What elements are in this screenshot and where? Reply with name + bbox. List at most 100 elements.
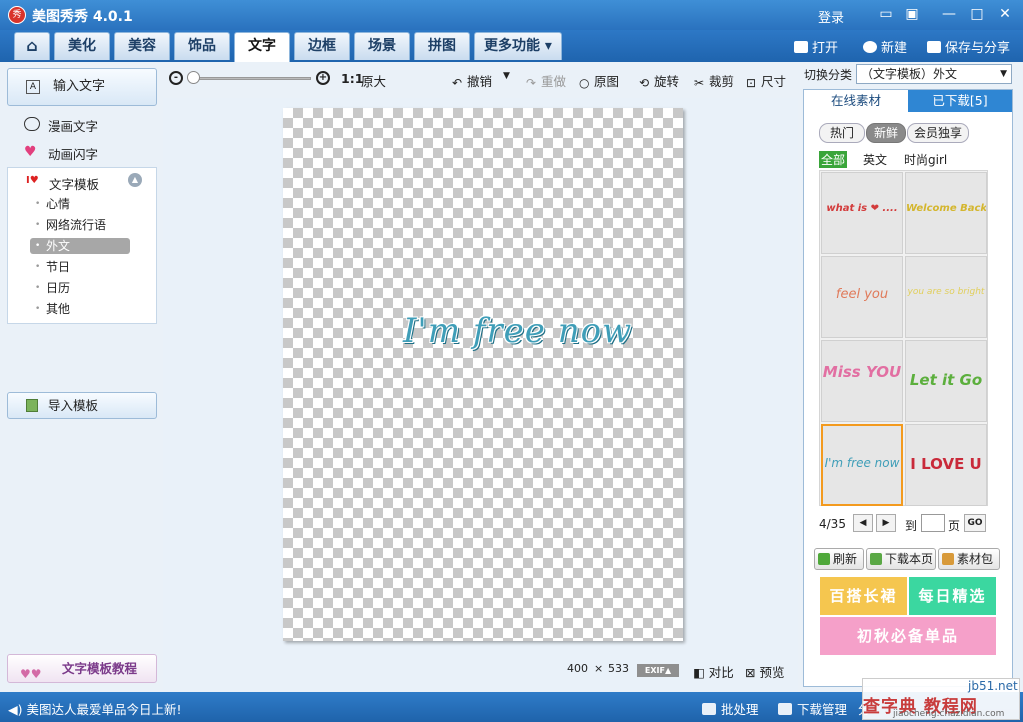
thumbnail-item[interactable]: I LOVE U bbox=[905, 424, 987, 506]
redo-icon: ↷ bbox=[526, 76, 537, 90]
promo-banner-autumn[interactable]: 初秋必备单品 bbox=[820, 617, 996, 655]
thumbnail-item-selected[interactable]: I'm free now bbox=[821, 424, 903, 506]
undo-dropdown-icon[interactable]: ▼ bbox=[503, 71, 510, 81]
tab-decor[interactable]: 饰品 bbox=[174, 32, 230, 60]
thumbnail-item[interactable]: what is ❤ .... bbox=[821, 172, 903, 254]
collapse-icon[interactable]: ▲ bbox=[128, 173, 142, 187]
thumbnail-item[interactable]: feel you bbox=[821, 256, 903, 338]
template-item-holiday[interactable]: 节日 bbox=[30, 259, 130, 275]
close-icon[interactable]: ✕ bbox=[996, 5, 1014, 23]
input-text-button[interactable]: A 输入文字 bbox=[7, 68, 157, 106]
nav-bar: ⌂ 美化 美容 饰品 文字 边框 场景 拼图 更多功能 ▾ 打开 新建 保存与分… bbox=[0, 30, 1023, 62]
save-icon bbox=[927, 41, 941, 53]
import-template-button[interactable]: 导入模板 bbox=[7, 392, 157, 419]
image-width: 400 bbox=[567, 662, 588, 675]
go-button[interactable]: GO bbox=[964, 514, 986, 532]
promo-banner-daily[interactable]: 每日精选 bbox=[909, 577, 996, 615]
promo-banner-dress[interactable]: 百搭长裙 bbox=[820, 577, 907, 615]
save-share-button[interactable]: 保存与分享 bbox=[927, 37, 1010, 56]
image-height: 533 bbox=[608, 662, 629, 675]
original-size-button[interactable]: 原大 bbox=[361, 71, 386, 90]
new-button[interactable]: 新建 bbox=[863, 37, 907, 56]
template-item-foreign[interactable]: 外文 bbox=[30, 238, 130, 254]
watermark-url: jiaocheng.chazidian.com bbox=[893, 709, 1005, 719]
resize-icon: ⊡ bbox=[746, 76, 757, 90]
rotate-icon: ⟲ bbox=[639, 76, 650, 90]
rotate-button[interactable]: ⟲ 旋转 bbox=[639, 71, 679, 90]
thumbnail-grid: what is ❤ .... Welcome Back! feel you yo… bbox=[819, 170, 988, 506]
filter-fresh[interactable]: 新鲜 bbox=[866, 123, 906, 143]
next-page-icon[interactable]: ▶ bbox=[876, 514, 896, 532]
compare-button[interactable]: ◧ 对比 bbox=[693, 662, 734, 681]
batch-button[interactable]: 批处理 bbox=[702, 699, 759, 718]
batch-icon bbox=[702, 703, 716, 715]
thumbnail-item[interactable]: Miss YOU bbox=[821, 340, 903, 422]
zoom-slider-knob[interactable] bbox=[187, 71, 200, 84]
speech-bubble-icon bbox=[24, 117, 40, 131]
tab-scene[interactable]: 场景 bbox=[354, 32, 410, 60]
minimize-icon[interactable]: — bbox=[940, 5, 958, 23]
maximize-icon[interactable]: □ bbox=[968, 5, 986, 23]
download-icon bbox=[870, 553, 882, 565]
page-label: 页 bbox=[948, 519, 961, 533]
login-link[interactable]: 登录 bbox=[818, 7, 844, 26]
thumbnail-item[interactable]: Welcome Back! bbox=[905, 172, 987, 254]
package-icon bbox=[942, 553, 954, 565]
tab-text[interactable]: 文字 bbox=[234, 32, 290, 62]
subfilter-all[interactable]: 全部 bbox=[819, 151, 848, 168]
prev-page-icon[interactable]: ◀ bbox=[853, 514, 873, 532]
subfilter-fashion-girl[interactable]: 时尚girl bbox=[904, 151, 947, 168]
template-item-other[interactable]: 其他 bbox=[30, 301, 130, 317]
download-manager-button[interactable]: 下载管理 bbox=[778, 699, 847, 718]
template-item-mood[interactable]: 心情 bbox=[30, 196, 130, 212]
category-select[interactable]: （文字模板）外文 ▼ bbox=[856, 64, 1012, 84]
tab-online-materials[interactable]: 在线素材 bbox=[804, 90, 908, 112]
material-box: 在线素材 已下载[5] 热门 新鲜 会员独享 全部 英文 时尚girl what… bbox=[803, 89, 1013, 687]
tab-collage[interactable]: 拼图 bbox=[414, 32, 470, 60]
tab-more[interactable]: 更多功能 ▾ bbox=[474, 32, 562, 60]
undo-button[interactable]: ↶ 撤销 bbox=[452, 71, 492, 90]
feedback-icon[interactable]: ▭ bbox=[877, 5, 895, 23]
template-item-slang[interactable]: 网络流行语 bbox=[30, 217, 130, 233]
material-pack-button[interactable]: 素材包 bbox=[938, 548, 1000, 570]
zoom-slider[interactable] bbox=[193, 77, 311, 80]
tab-face[interactable]: 美容 bbox=[114, 32, 170, 60]
compare-icon: ◧ bbox=[693, 665, 705, 680]
skin-icon[interactable]: ▣ bbox=[903, 5, 921, 23]
tutorial-button[interactable]: ♥♥ 文字模板教程 bbox=[7, 654, 157, 683]
subfilter-english[interactable]: 英文 bbox=[863, 151, 887, 168]
thumbnail-item[interactable]: you are so bright bbox=[905, 256, 987, 338]
crop-button[interactable]: ✂ 裁剪 bbox=[694, 71, 734, 90]
refresh-button[interactable]: 刷新 bbox=[814, 548, 864, 570]
tab-downloaded[interactable]: 已下载[5] bbox=[908, 90, 1012, 112]
filter-vip[interactable]: 会员独享 bbox=[907, 123, 969, 143]
download-page-button[interactable]: 下载本页 bbox=[866, 548, 936, 570]
left-panel: A 输入文字 漫画文字 ♥ 动画闪字 I♥ 文字模板 ▲ 心情 网络流行语 外文… bbox=[0, 62, 163, 692]
right-panel: 切换分类 （文字模板）外文 ▼ 在线素材 已下载[5] 热门 新鲜 会员独享 全… bbox=[798, 62, 1023, 692]
import-icon bbox=[26, 399, 38, 412]
app-logo-icon: 秀 bbox=[8, 6, 26, 24]
tab-frame[interactable]: 边框 bbox=[294, 32, 350, 60]
redo-button[interactable]: ↷ 重做 bbox=[526, 71, 566, 90]
folder-icon bbox=[794, 41, 808, 53]
zoom-in-icon[interactable]: + bbox=[316, 71, 330, 85]
scissors-icon: ✂ bbox=[694, 76, 705, 90]
text-a-icon: A bbox=[26, 80, 40, 94]
size-button[interactable]: ⊡ 尺寸 bbox=[746, 71, 786, 90]
home-tab[interactable]: ⌂ bbox=[14, 32, 50, 60]
tab-beautify[interactable]: 美化 bbox=[54, 32, 110, 60]
zoom-out-icon[interactable]: - bbox=[169, 71, 183, 85]
exif-button[interactable]: EXIF▲ bbox=[637, 664, 679, 677]
filter-hot[interactable]: 热门 bbox=[819, 123, 865, 143]
news-ticker[interactable]: ◀) 美图达人最爱单品今日上新! bbox=[8, 699, 182, 718]
template-item-calendar[interactable]: 日历 bbox=[30, 280, 130, 296]
preview-button[interactable]: ⊠ 预览 bbox=[745, 662, 784, 681]
canvas-text-sticker[interactable]: I'm free now bbox=[403, 311, 632, 351]
image-canvas[interactable]: I'm free now bbox=[283, 108, 683, 641]
template-list: I♥ 文字模板 ▲ 心情 网络流行语 外文 节日 日历 其他 bbox=[7, 167, 157, 324]
original-image-button[interactable]: ○ 原图 bbox=[579, 71, 619, 90]
watermark: jb51.net 查字典 教程网 jiaocheng.chazidian.com bbox=[862, 678, 1020, 720]
open-button[interactable]: 打开 bbox=[794, 37, 838, 56]
page-input[interactable] bbox=[921, 514, 945, 532]
thumbnail-item[interactable]: Let it Go bbox=[905, 340, 987, 422]
